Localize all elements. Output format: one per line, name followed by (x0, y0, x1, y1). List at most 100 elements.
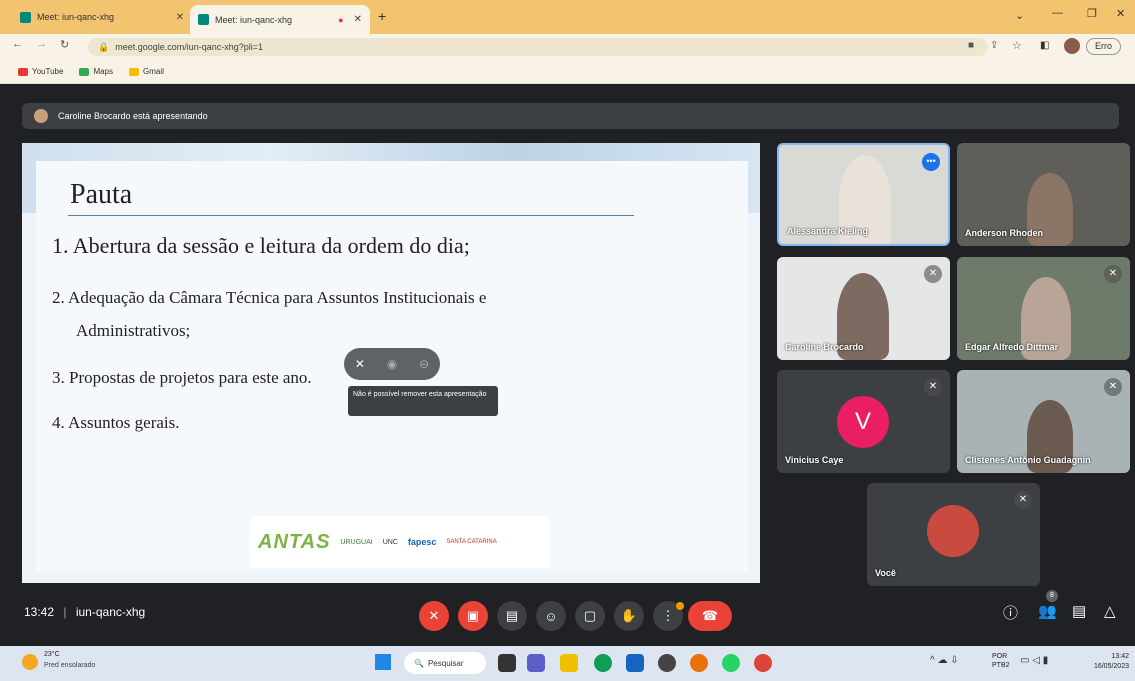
forward-icon[interactable]: → (36, 38, 47, 50)
star-icon[interactable]: ☆ (1012, 39, 1022, 52)
slide-item: 1. Abertura da sessão e leitura da ordem… (52, 233, 470, 258)
gmail-icon (129, 67, 139, 76)
close-icon[interactable]: ✕ (354, 14, 362, 25)
edge-icon[interactable] (594, 654, 612, 672)
clock-time: 13:42 (1111, 653, 1129, 660)
chat-icon[interactable]: ▤ (1072, 602, 1086, 620)
participant-tile[interactable]: ✕ Clistenes Antônio Guadagnin (957, 370, 1130, 473)
chrome-icon[interactable] (754, 654, 772, 672)
participant-name: Caroline Brocardo (785, 342, 864, 352)
network-volume-icons[interactable]: ▭ ◁ ▮ (1020, 655, 1048, 666)
leave-call-button[interactable]: ☎ (688, 601, 732, 631)
sidepanel-icon[interactable]: ◧ (1040, 40, 1049, 51)
presentation-controls: ✕ ◉ ⊖ (344, 348, 440, 380)
teams-icon[interactable] (527, 654, 545, 672)
meeting-time: 13:42 (24, 605, 55, 619)
meeting-details-icon[interactable]: ⓘ (1003, 602, 1018, 623)
close-window-icon[interactable]: ✕ (1116, 7, 1125, 20)
weather-desc: Pred ensolarado (44, 662, 96, 669)
store-icon[interactable] (626, 654, 644, 672)
emoji-icon: ☺ (544, 608, 558, 624)
address-bar[interactable]: 🔒 meet.google.com/iun-qanc-xhg?pli=1 (88, 38, 988, 56)
lock-icon: 🔒 (98, 41, 110, 52)
volume-icon[interactable]: ◉ (387, 357, 397, 371)
slide-item: 4. Assuntos gerais. (52, 413, 180, 432)
reactions-button[interactable]: ☺ (536, 601, 566, 631)
tab-title: Meet: iun-qanc-xhg (215, 14, 293, 25)
participant-tile[interactable]: Anderson Rhoden (957, 143, 1130, 246)
bookmark-gmail[interactable]: Gmail (129, 67, 164, 76)
meeting-info: 13:42 | iun-qanc-xhg (24, 605, 146, 619)
participant-tile[interactable]: ••• Alessandra Kieling (777, 143, 950, 246)
camera-indicator-icon[interactable]: ■ (968, 40, 974, 51)
remove-icon[interactable]: ⊖ (419, 357, 429, 371)
slide-item: 2. Adequação da Câmara Técnica para Assu… (52, 288, 487, 307)
tab-search-icon[interactable]: ⌄ (1015, 9, 1024, 22)
windows-start-icon[interactable] (375, 654, 391, 670)
slide-item: 3. Propostas de projetos para este ano. (52, 368, 312, 387)
slide-divider (68, 215, 634, 216)
close-icon[interactable]: ✕ (176, 12, 184, 23)
clock-date: 16/05/2023 (1093, 663, 1129, 670)
bookmark-label: Maps (93, 67, 113, 76)
minimize-icon[interactable]: — (1052, 7, 1063, 19)
file-explorer-icon[interactable] (560, 654, 578, 672)
tab-title: Meet: iun-qanc-xhg (37, 12, 115, 22)
profile-error-button[interactable]: Erro (1086, 38, 1122, 55)
language-indicator[interactable]: POR PTB2 (992, 652, 1010, 670)
presenting-banner: Caroline Brocardo está apresentando (22, 103, 1119, 129)
taskbar-search[interactable]: 🔍 Pesquisar (404, 652, 486, 674)
weather-temp: 23°C (44, 651, 60, 658)
browser-tab[interactable]: Meet: iun-qanc-xhg ✕ (12, 6, 192, 28)
bookmark-maps[interactable]: Maps (79, 67, 113, 76)
meet-favicon-icon (20, 11, 31, 23)
weather-icon[interactable] (22, 654, 38, 670)
mic-toggle-button[interactable]: ✕ (419, 601, 449, 631)
present-button[interactable]: ▢ (575, 601, 605, 631)
captions-icon: ▤ (505, 608, 519, 623)
task-view-icon[interactable] (498, 654, 516, 672)
raise-hand-button[interactable]: ✋ (614, 601, 644, 631)
youtube-icon (18, 67, 28, 76)
hang-up-icon: ☎ (701, 608, 719, 623)
slide-title: Pauta (70, 179, 133, 210)
new-tab-button[interactable]: + (378, 8, 386, 24)
mic-off-icon: ✕ (1014, 491, 1032, 509)
search-icon: 🔍 (414, 658, 424, 668)
back-icon[interactable]: ← (12, 38, 23, 50)
meet-favicon-icon (198, 14, 209, 25)
more-options-icon[interactable]: ••• (922, 153, 940, 171)
activities-icon[interactable]: △ (1104, 602, 1116, 620)
participant-name: Edgar Alfredo Dittmar (965, 342, 1059, 352)
browser-tab-active[interactable]: Meet: iun-qanc-xhg ● ✕ (190, 5, 370, 34)
participant-tile[interactable]: ✕ Caroline Brocardo (777, 257, 950, 360)
maximize-icon[interactable]: ❐ (1087, 7, 1097, 20)
reload-icon[interactable]: ↻ (60, 38, 69, 51)
taskbar-clock[interactable]: 13:42 16/05/2023 (1083, 652, 1129, 672)
participant-tile[interactable]: ✕ Edgar Alfredo Dittmar (957, 257, 1130, 360)
system-tray-icons[interactable]: ^ ☁ ⇩ (930, 655, 959, 666)
self-tile[interactable]: ✕ Você (867, 483, 1040, 586)
logo-santa-catarina: SANTA CATARINA (446, 539, 497, 545)
profile-avatar[interactable] (1064, 38, 1080, 54)
firefox-icon[interactable] (690, 654, 708, 672)
pin-off-icon[interactable]: ✕ (355, 357, 365, 371)
people-icon[interactable]: 👥 (1038, 602, 1057, 620)
more-vert-icon: ⋮ (661, 608, 675, 623)
bookmark-youtube[interactable]: YouTube (18, 67, 63, 76)
share-icon[interactable]: ⇪ (990, 40, 998, 51)
app-icon[interactable] (658, 654, 676, 672)
whatsapp-icon[interactable] (722, 654, 740, 672)
presenting-text: Caroline Brocardo está apresentando (58, 111, 208, 121)
recording-icon: ● (338, 14, 344, 25)
participant-name: Alessandra Kieling (787, 226, 869, 236)
captions-button[interactable]: ▤ (497, 601, 527, 631)
lang-label: POR (992, 653, 1008, 660)
camera-off-icon: ▣ (466, 608, 480, 623)
present-icon: ▢ (583, 608, 597, 623)
mic-off-icon: ✕ (924, 378, 942, 396)
camera-toggle-button[interactable]: ▣ (458, 601, 488, 631)
url-text: meet.google.com/iun-qanc-xhg?pli=1 (115, 42, 264, 52)
logo-antas: ANTAS (258, 530, 331, 553)
participant-tile[interactable]: V ✕ Vinicius Caye (777, 370, 950, 473)
